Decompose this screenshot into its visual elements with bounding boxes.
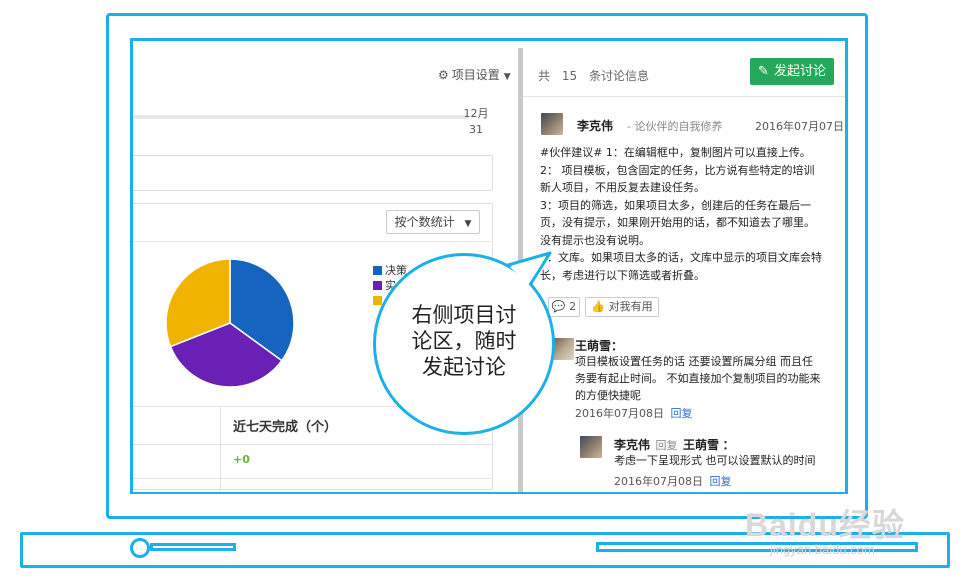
- comment-count: 2: [569, 300, 577, 313]
- start-discussion-button[interactable]: ✎ 发起讨论: [750, 58, 834, 85]
- timeline-day: 31: [469, 123, 483, 136]
- nested-reply-target[interactable]: 王萌雪: [683, 438, 719, 452]
- discussion-panel: 共 15 条讨论信息 ✎ 发起讨论 李克伟 - 论伙伴的自我修养 2016年07月…: [523, 48, 845, 492]
- project-settings-label: 项目设置: [451, 68, 500, 82]
- chart-header-divider: [133, 241, 491, 242]
- thumbs-up-icon: 👍: [591, 300, 606, 313]
- header-divider: [523, 96, 845, 97]
- baidu-watermark-logo: Baidu经验: [745, 507, 905, 543]
- start-discussion-label: 发起讨论: [773, 64, 826, 79]
- nested-reply-header: 李克伟 回复 王萌雪 ：: [614, 436, 735, 453]
- text-input-box[interactable]: [133, 155, 493, 191]
- post-body-line: 没有提示也没有说明。: [540, 233, 650, 247]
- table-divider: [133, 444, 491, 445]
- timeline-month: 12月: [463, 107, 489, 120]
- reply-date-text: 2016年07月08日: [575, 407, 664, 420]
- discussion-count: 共 15 条讨论信息: [538, 67, 649, 84]
- discussion-count-value: 15: [561, 69, 578, 83]
- laptop-base-button: [130, 538, 150, 558]
- legend-swatch: [373, 266, 382, 275]
- caret-down-icon: ▼: [464, 219, 472, 229]
- caret-down-icon: ▼: [503, 72, 511, 82]
- post-subtitle: - 论伙伴的自我修养: [627, 120, 723, 133]
- avatar[interactable]: [552, 338, 574, 360]
- nested-reply-colon: ：: [722, 438, 735, 452]
- avatar[interactable]: [580, 436, 602, 458]
- nested-reply-date: 2016年07月08日 回复: [614, 473, 732, 489]
- reply-author-name: 王萌雪: [575, 339, 612, 353]
- post-author[interactable]: 李克伟: [577, 117, 613, 134]
- table-value-completed: +0: [233, 453, 250, 466]
- reply-date: 2016年07月08日 回复: [575, 405, 693, 421]
- nested-reply-word: 回复: [655, 439, 678, 452]
- pencil-icon: ✎: [758, 64, 769, 79]
- callout-text: 右侧项目讨 论区，随时 发起讨论: [373, 302, 555, 380]
- discussion-count-suffix: 条讨论信息: [588, 69, 649, 83]
- table-divider: [133, 478, 491, 479]
- nested-reply-body: 考虑一下呈现形式 也可以设置默认的时间: [614, 454, 816, 467]
- reply-colon: ：: [611, 339, 624, 353]
- callout-tail-cover: [510, 258, 542, 285]
- reply-body-line: 的方便快捷呢: [575, 389, 641, 402]
- post-body-line: 长，考虑进行以下筛选或者折叠。: [540, 268, 705, 282]
- reply-link[interactable]: 回复: [671, 407, 693, 420]
- nested-reply-author[interactable]: 李克伟: [614, 438, 650, 452]
- callout-line: 论区，随时: [411, 329, 517, 353]
- timeline-bar: [133, 115, 468, 119]
- avatar[interactable]: [541, 113, 563, 135]
- reply-link[interactable]: 回复: [710, 475, 732, 488]
- pie-chart: [165, 258, 295, 388]
- reply-body-line: 项目模板设置任务的话 还要设置所属分组 而且任: [575, 355, 813, 368]
- post-date: 2016年07月07日: [755, 120, 844, 133]
- callout-line: 右侧项目讨: [411, 303, 517, 327]
- useful-label: 对我有用: [608, 300, 653, 313]
- post-body-line: 页，没有提示，如果刚开始用的话，都不知道去了哪里。: [540, 216, 815, 229]
- reply-author[interactable]: 王萌雪：: [575, 337, 623, 354]
- post-body-line: 新人项目，不用反复去建设任务。: [540, 181, 705, 194]
- timeline-end-date: 12月 31: [461, 106, 491, 138]
- post-body-line: 3：项目的筛选，如果项目太多，创建后的任务在最后一: [540, 198, 811, 212]
- reply-body-line: 务要有起止时间。 不如直接加个复制项目的功能来: [575, 372, 821, 385]
- discussion-count-prefix: 共: [538, 69, 551, 83]
- project-settings-menu[interactable]: ⚙ 项目设置 ▼: [438, 66, 518, 83]
- count-mode-select[interactable]: 按个数统计 ▼: [386, 210, 480, 234]
- reply-body: 项目模板设置任务的话 还要设置所属分组 而且任 务要有起止时间。 不如直接加个复制…: [575, 353, 837, 404]
- callout-line: 发起讨论: [422, 355, 506, 379]
- laptop-base-slot: [150, 543, 236, 551]
- count-mode-label: 按个数统计: [394, 215, 455, 229]
- table-column-divider: [220, 406, 221, 492]
- post-body-line: 2： 项目模板，包含固定的任务，比方说有些特定的培训: [540, 163, 815, 177]
- gear-icon: ⚙: [438, 68, 449, 82]
- baidu-watermark-url: jingyan.baidu.com: [770, 542, 875, 557]
- useful-button[interactable]: 👍 对我有用: [585, 297, 659, 317]
- post-body-line: #伙伴建议# 1：在编辑框中，复制图片可以直接上传。: [540, 146, 811, 159]
- nested-reply-date-text: 2016年07月08日: [614, 475, 703, 488]
- table-header-completed: 近七天完成（个）: [233, 420, 338, 435]
- legend-swatch: [373, 281, 382, 290]
- post-body: #伙伴建议# 1：在编辑框中，复制图片可以直接上传。 2： 项目模板，包含固定的任…: [540, 144, 840, 284]
- post-body-line: 4：文库。如果项目太多的话，文库中显示的项目文库会特: [540, 251, 822, 264]
